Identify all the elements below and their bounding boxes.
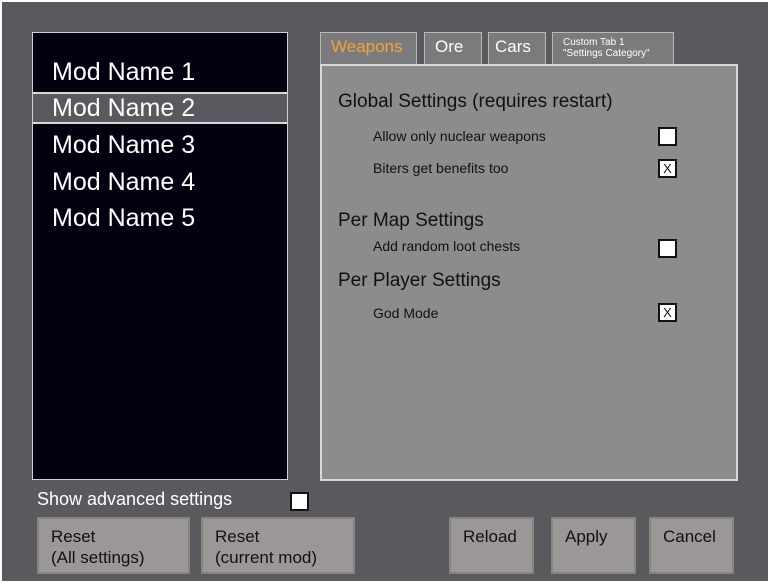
per-map-settings-heading: Per Map Settings [338,210,484,231]
checkbox-god-mode[interactable]: X [658,303,677,322]
setting-label-biters-benefits: Biters get benefits too [373,160,509,176]
setting-label-nuclear-weapons: Allow only nuclear weapons [373,128,546,144]
reload-button[interactable]: Reload [449,517,534,574]
mod-list-item-5[interactable]: Mod Name 5 [33,202,287,234]
tab-custom-line2: "Settings Category" [563,48,650,59]
checkbox-nuclear-weapons[interactable] [658,127,677,146]
setting-label-loot-chests: Add random loot chests [373,238,521,254]
cancel-button[interactable]: Cancel [649,517,734,574]
checkbox-show-advanced-settings[interactable] [290,492,309,511]
reset-all-line1: Reset [51,527,96,546]
setting-label-god-mode: God Mode [373,305,439,321]
tab-cars[interactable]: Cars [488,32,546,66]
mod-list-item-1[interactable]: Mod Name 1 [33,56,287,88]
per-player-settings-heading: Per Player Settings [338,270,501,291]
tab-ore[interactable]: Ore [424,32,482,66]
tab-weapons[interactable]: Weapons [320,32,417,66]
reset-all-line2: (All settings) [51,548,145,567]
mod-list[interactable]: Mod Name 1 Mod Name 2 Mod Name 3 Mod Nam… [32,32,288,480]
tab-custom-settings-category[interactable]: Custom Tab 1 "Settings Category" [552,32,674,66]
mod-list-item-2[interactable]: Mod Name 2 [33,92,287,124]
apply-button[interactable]: Apply [551,517,636,574]
mod-list-item-3[interactable]: Mod Name 3 [33,129,287,161]
global-settings-heading: Global Settings (requires restart) [338,91,613,112]
show-advanced-settings-label: Show advanced settings [37,489,233,509]
reset-all-settings-button[interactable]: Reset (All settings) [37,517,190,574]
checkbox-biters-benefits[interactable]: X [658,159,677,178]
settings-panel: Global Settings (requires restart) Allow… [320,64,738,481]
mod-list-item-4[interactable]: Mod Name 4 [33,166,287,198]
tab-custom-line1: Custom Tab 1 [563,37,625,48]
reset-current-mod-button[interactable]: Reset (current mod) [201,517,355,574]
checkbox-loot-chests[interactable] [658,239,677,258]
reset-current-line2: (current mod) [215,548,318,567]
reset-current-line1: Reset [215,527,260,546]
